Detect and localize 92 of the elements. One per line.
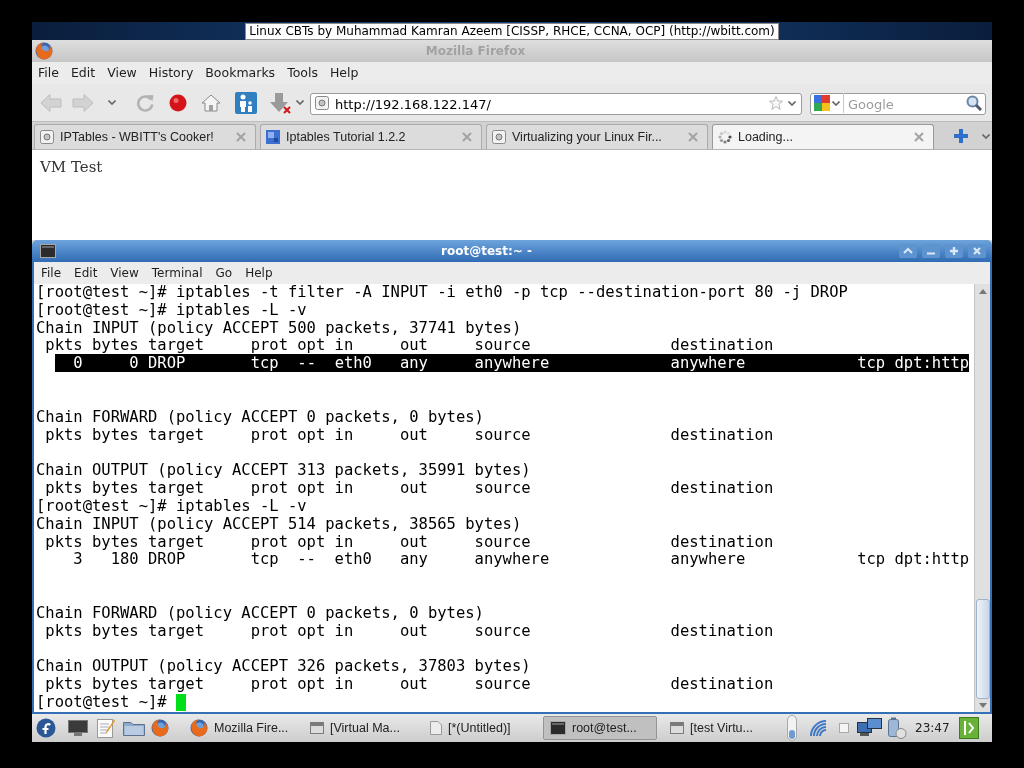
menu-item[interactable]: Go	[213, 264, 235, 282]
menu-item[interactable]: History	[146, 63, 196, 83]
browser-logo-icon	[35, 42, 53, 60]
browser-logo-icon[interactable]	[151, 719, 169, 737]
menu-item[interactable]: Help	[243, 264, 275, 282]
slider-icon[interactable]	[787, 715, 797, 741]
caret-icon[interactable]	[788, 100, 796, 106]
terminal-line: pkts bytes target prot opt in out source destination	[44, 337, 774, 356]
window-icon	[670, 722, 684, 734]
page-icon	[40, 130, 54, 144]
task-button[interactable]: Mozilla Fire...	[183, 716, 297, 740]
caret-icon[interactable]	[108, 100, 116, 105]
terminal-line: pkts bytes target prot opt in out source destination	[44, 533, 774, 552]
close-icon[interactable]	[462, 132, 472, 142]
close-icon[interactable]	[914, 132, 924, 142]
tab[interactable]: Iptables Tutorial 1.2.2	[260, 124, 482, 149]
terminal-line: [root@test ~]#	[36, 694, 167, 712]
terminal-line: pkts bytes target prot opt in out source destination	[44, 426, 774, 445]
exit-icon[interactable]	[958, 717, 979, 739]
home-icon[interactable]	[201, 93, 221, 112]
terminal-line: [root@test ~]# iptables -L -v	[36, 301, 307, 320]
close-icon[interactable]	[236, 132, 246, 142]
caret-icon[interactable]	[296, 100, 304, 105]
document-icon	[430, 721, 442, 735]
spinner-icon	[718, 130, 732, 144]
task-button[interactable]: [*(Untitled)]	[423, 716, 537, 740]
caption-banner: Linux CBTs by Muhammad Kamran Azeem [CISSP, RHCE, CCNA, OCP] (http://wbitt.com)	[245, 22, 779, 40]
square-icon	[266, 130, 280, 144]
tab[interactable]: Loading...	[712, 124, 934, 149]
menu-item[interactable]: Edit	[72, 264, 100, 282]
tab[interactable]: IPTables - WBITT's Cooker!	[34, 124, 256, 149]
page-text: VM Test	[40, 158, 103, 176]
page-icon	[315, 95, 329, 110]
terminal-line: Chain FORWARD (policy ACCEPT 0 packets, 0 bytes)	[36, 604, 484, 623]
caret-icon[interactable]	[982, 134, 990, 139]
network-icon[interactable]	[857, 718, 883, 738]
terminal-line: Chain FORWARD (policy ACCEPT 0 packets, 0 bytes)	[36, 408, 484, 427]
terminal-line: [root@test ~]# iptables -L -v	[36, 497, 307, 516]
task-button[interactable]: root@test...	[543, 716, 657, 740]
tab[interactable]: Virtualizing your Linux Fir...	[486, 124, 708, 149]
window-title: root@test:~ -	[441, 243, 532, 260]
menu-item[interactable]: Terminal	[149, 264, 205, 282]
up-arrow-icon[interactable]	[978, 289, 987, 294]
terminal-line: Chain INPUT (policy ACCEPT 500 packets, 37741 bytes)	[36, 319, 522, 338]
terminal-line: pkts bytes target prot opt in out source destination	[44, 622, 774, 641]
menu-item[interactable]: File	[39, 264, 64, 282]
download-arrow-icon[interactable]	[269, 91, 291, 114]
terminal-line: pkts bytes target prot opt in out source destination	[44, 676, 774, 695]
caret-icon[interactable]	[832, 100, 840, 106]
down-arrow-icon[interactable]	[978, 703, 987, 708]
terminal-icon	[40, 244, 56, 258]
menu-item[interactable]: File	[36, 63, 61, 83]
terminal-line: [root@test ~]# iptables -t filter -A INPUT -i eth0 -p tcp --destination-port 80 -j DROP	[36, 284, 848, 302]
task-button[interactable]: [Virtual Ma...	[303, 716, 417, 740]
plus-icon[interactable]	[954, 129, 968, 143]
folder-icon[interactable]	[123, 720, 145, 736]
scrollbar[interactable]	[974, 284, 990, 712]
clock[interactable]: 23:47	[915, 719, 950, 737]
menu-item[interactable]: Help	[327, 63, 361, 83]
menu-item[interactable]: View	[108, 264, 141, 282]
address-field[interactable]: http://192.168.122.147/	[310, 93, 802, 115]
window-icon	[310, 722, 324, 734]
stop-icon[interactable]	[169, 93, 187, 112]
reload-icon[interactable]	[136, 93, 154, 112]
star-icon[interactable]	[769, 95, 783, 110]
terminal-line: Chain OUTPUT (policy ACCEPT 326 packets, 37803 bytes)	[36, 658, 531, 677]
close-icon[interactable]	[968, 244, 986, 258]
close-icon[interactable]	[688, 132, 698, 142]
menu-item[interactable]: Edit	[68, 63, 98, 83]
logo-icon[interactable]	[36, 718, 56, 738]
monitor-icon[interactable]	[68, 720, 88, 736]
people-icon[interactable]	[235, 91, 257, 114]
tiles-icon[interactable]	[814, 94, 830, 111]
menu-item[interactable]: Bookmarks	[203, 63, 278, 83]
battery-icon[interactable]	[885, 717, 907, 739]
search-icon[interactable]	[966, 94, 982, 111]
terminal-icon	[550, 721, 566, 735]
task-button[interactable]: [test Virtu...	[663, 716, 777, 740]
terminal-line: Chain OUTPUT (policy ACCEPT 313 packets, 35991 bytes)	[36, 462, 531, 481]
menu-item[interactable]: View	[105, 63, 139, 83]
maximize-icon[interactable]	[945, 244, 963, 258]
terminal-line: pkts bytes target prot opt in out source destination	[44, 480, 774, 498]
square-icon[interactable]	[839, 723, 849, 733]
terminal-line: 3 180 DROP tcp -- eth0 any anywhere anywhere tcp dpt:http	[72, 551, 970, 570]
notepad-icon[interactable]	[97, 718, 115, 738]
signal-icon[interactable]	[809, 719, 827, 737]
caret-icon[interactable]	[899, 244, 917, 258]
browser-logo-icon	[190, 719, 208, 737]
scrollbar-thumb[interactable]	[975, 599, 990, 699]
terminal-line: Chain INPUT (policy ACCEPT 514 packets, 38565 bytes)	[36, 515, 522, 534]
menu-item[interactable]: Tools	[285, 63, 320, 83]
page-icon	[492, 130, 506, 144]
